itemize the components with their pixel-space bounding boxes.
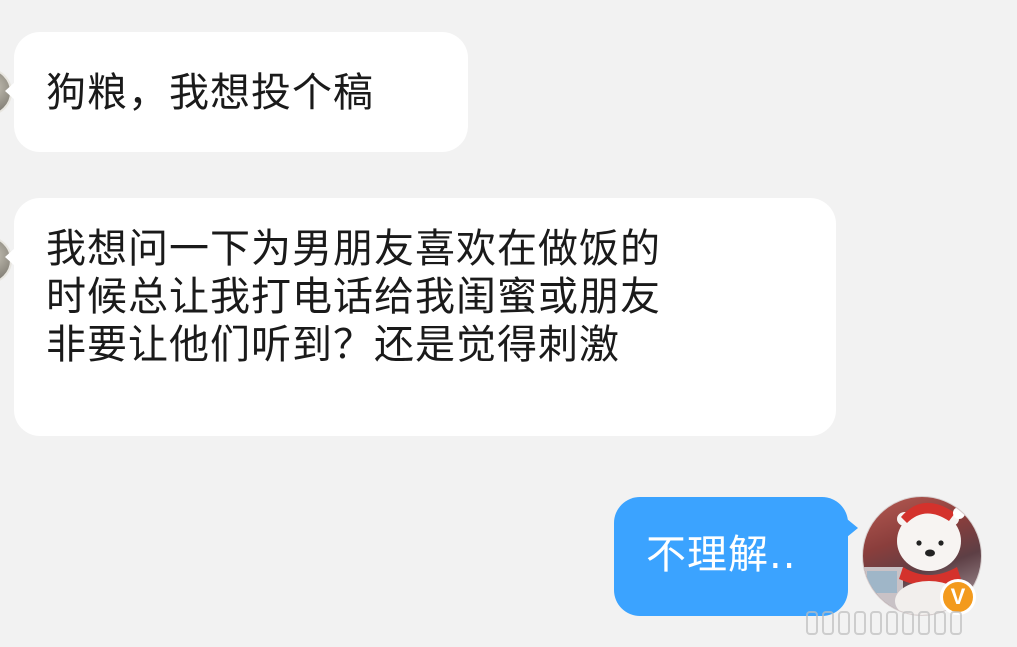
watermark-glyph xyxy=(902,611,914,635)
message-text-line: 时候总让我打电话给我闺蜜或朋友 xyxy=(46,274,661,320)
message-text: 狗粮，我想投个稿 xyxy=(46,70,374,116)
watermark-glyph xyxy=(854,611,866,635)
outgoing-message-bubble[interactable]: 不理解.. xyxy=(614,497,858,616)
watermark-glyph xyxy=(806,611,818,635)
watermark xyxy=(806,606,1006,640)
watermark-glyph xyxy=(934,611,946,635)
incoming-message-bubble[interactable]: 狗粮，我想投个稿 xyxy=(5,32,468,152)
watermark-glyph xyxy=(918,611,930,635)
chat-conversation: 狗粮，我想投个稿 我想问一下为男朋友喜欢在做饭的 时候总让我打电话给我闺蜜或朋友… xyxy=(0,0,1017,647)
message-text: 不理解.. xyxy=(646,532,797,578)
watermark-glyph xyxy=(838,611,850,635)
message-text-line: 我想问一下为男朋友喜欢在做饭的 xyxy=(46,226,661,272)
watermark-glyph xyxy=(950,611,962,635)
incoming-message-bubble[interactable]: 我想问一下为男朋友喜欢在做饭的 时候总让我打电话给我闺蜜或朋友 非要让他们听到？… xyxy=(5,198,836,436)
message-text-line: 非要让他们听到？还是觉得刺激 xyxy=(46,322,620,368)
watermark-glyph xyxy=(822,611,834,635)
watermark-glyph xyxy=(870,611,882,635)
watermark-glyph xyxy=(886,611,898,635)
